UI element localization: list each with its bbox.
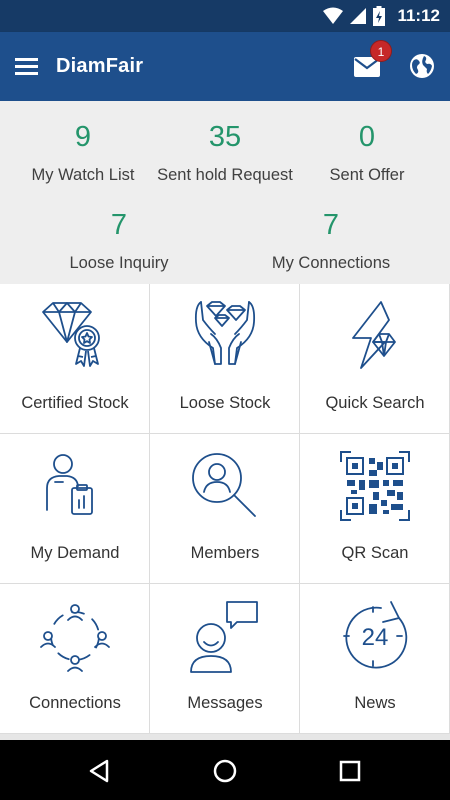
menu-item-quick-search[interactable]: Quick Search (300, 284, 450, 434)
person-clipboard-icon (46, 454, 93, 515)
menu-item-qr-scan[interactable]: QR Scan (300, 434, 450, 584)
stat-value: 7 (110, 209, 128, 241)
stat-sent-hold-request[interactable]: 35 Sent hold Request (150, 121, 300, 185)
news-24-icon: 24 (343, 601, 408, 669)
home-icon (213, 759, 237, 783)
menu-item-label: Connections (29, 694, 121, 712)
stat-value: 0 (358, 121, 376, 153)
app-title: DiamFair (56, 55, 144, 77)
menu-item-label: Certified Stock (21, 394, 129, 412)
hands-diamonds-icon (194, 301, 256, 365)
status-bar: 11:12 (0, 0, 450, 32)
messages-icon (190, 601, 258, 673)
recents-icon (339, 760, 361, 782)
back-button[interactable] (87, 758, 113, 784)
signal-icon (350, 8, 367, 24)
menu-item-label: Messages (187, 694, 263, 712)
menu-button[interactable] (14, 54, 40, 80)
menu-item-certified-stock[interactable]: Certified Stock (0, 284, 150, 434)
mail-badge: 1 (370, 40, 392, 62)
recents-button[interactable] (337, 758, 363, 784)
stats-panel: 9 My Watch List 35 Sent hold Request 0 S… (0, 101, 450, 284)
globe-icon (410, 54, 434, 78)
menu-item-label: QR Scan (341, 544, 409, 562)
menu-item-label: Members (190, 544, 260, 562)
wifi-icon (323, 7, 344, 24)
stat-label: Sent hold Request (157, 166, 293, 184)
status-time: 11:12 (397, 6, 440, 25)
menu-grid: Certified Stock Loose Stock Quick Search (0, 284, 450, 734)
lightning-diamond-icon (352, 301, 396, 369)
menu-item-label: News (354, 694, 396, 712)
menu-item-news[interactable]: 24 News (300, 584, 450, 734)
stat-sent-offer[interactable]: 0 Sent Offer (292, 121, 442, 185)
connections-icon (40, 604, 110, 672)
home-button[interactable] (212, 758, 238, 784)
stat-label: My Connections (271, 254, 391, 272)
menu-item-label: Loose Stock (179, 394, 271, 412)
menu-item-my-demand[interactable]: My Demand (0, 434, 150, 584)
member-search-icon (192, 453, 256, 517)
hamburger-menu-icon (15, 58, 38, 75)
menu-item-messages[interactable]: Messages (150, 584, 300, 734)
status-icons: 11:12 (323, 4, 440, 28)
app-bar: DiamFair 1 (0, 32, 450, 101)
menu-item-label: Quick Search (325, 394, 425, 412)
menu-item-members[interactable]: Members (150, 434, 300, 584)
menu-item-connections[interactable]: Connections (0, 584, 150, 734)
stat-my-connections[interactable]: 7 My Connections (256, 209, 406, 273)
stat-label: Sent Offer (329, 166, 405, 184)
stat-value: 35 (208, 121, 242, 153)
stat-value: 9 (74, 121, 92, 153)
back-icon (89, 759, 109, 783)
stat-label: Loose Inquiry (69, 254, 169, 272)
certified-diamond-icon (42, 302, 100, 367)
svg-text:24: 24 (362, 624, 389, 651)
stat-loose-inquiry[interactable]: 7 Loose Inquiry (44, 209, 194, 273)
stat-value: 7 (322, 209, 340, 241)
system-nav-bar (0, 740, 450, 800)
stat-watch-list[interactable]: 9 My Watch List (8, 121, 158, 185)
menu-item-loose-stock[interactable]: Loose Stock (150, 284, 300, 434)
globe-button[interactable] (408, 52, 436, 80)
menu-item-label: My Demand (30, 544, 120, 562)
qr-code-icon (340, 451, 410, 521)
stat-label: My Watch List (31, 166, 135, 184)
battery-icon (373, 6, 386, 26)
